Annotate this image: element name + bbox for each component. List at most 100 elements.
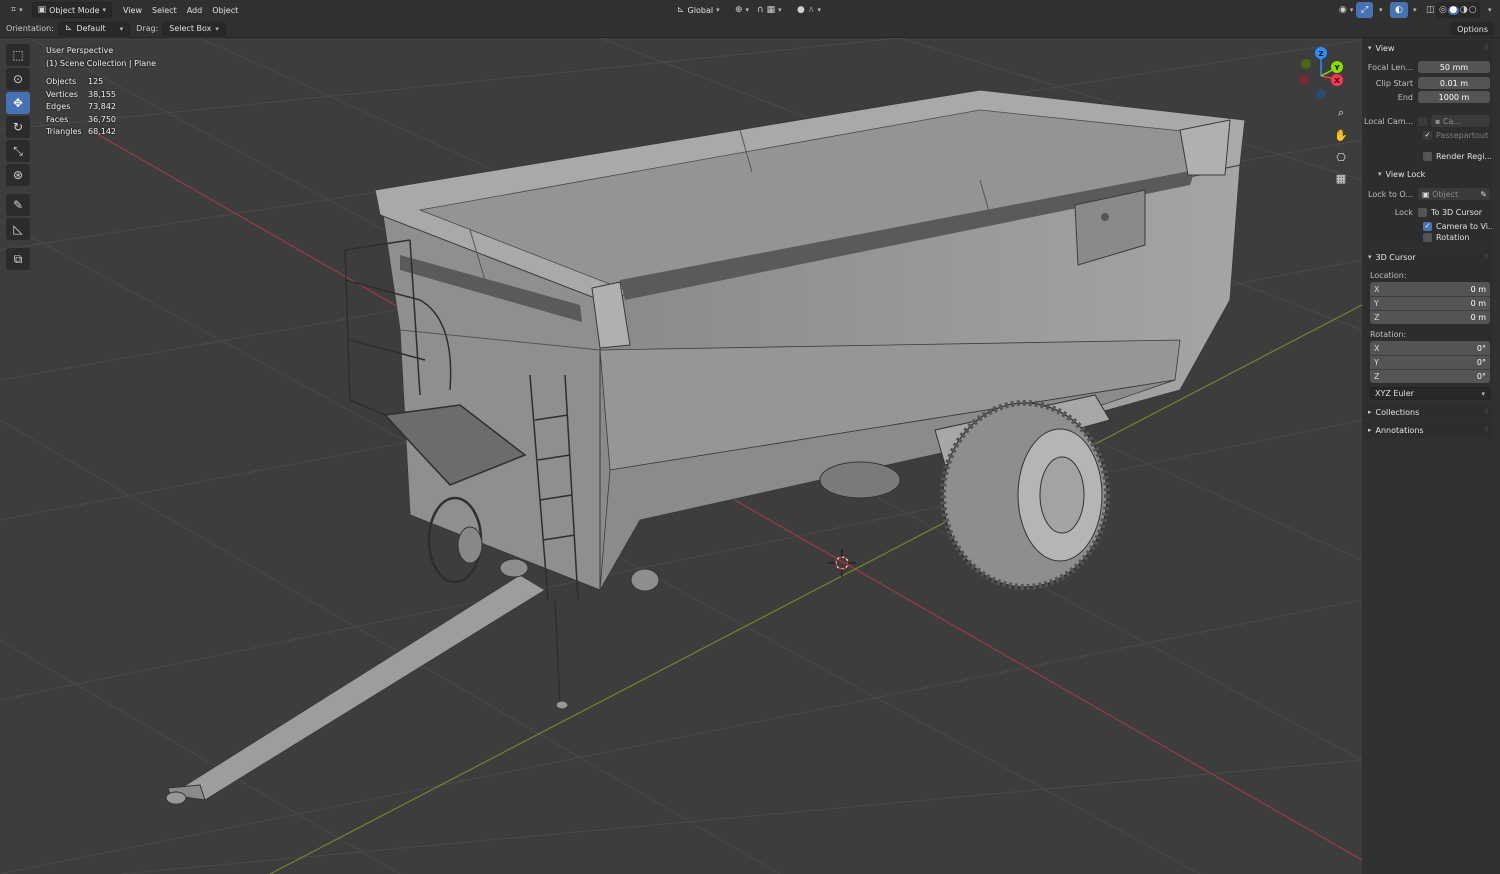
axis-label: Z [1374, 313, 1380, 322]
axis-label: X [1374, 284, 1380, 294]
annotations-panel: ▸ Annotations ⠿ [1364, 422, 1492, 438]
view-panel-header[interactable]: ▾ View ⠿ [1364, 40, 1492, 56]
menu-select[interactable]: Select [147, 2, 182, 18]
perspective-grid-icon[interactable]: ▦ [1332, 169, 1350, 187]
3d-cursor-header[interactable]: ▾ 3D Cursor ⠿ [1364, 249, 1492, 265]
material-shading-icon[interactable]: ◑ [1460, 5, 1468, 15]
drag-handle-icon[interactable]: ⠿ [1484, 253, 1489, 261]
pivot-point-dropdown[interactable]: ⊕ ▾ [730, 2, 754, 18]
chevron-down-icon: ▾ [817, 6, 821, 14]
view-name: User Perspective [46, 46, 114, 55]
focal-length-field[interactable]: 50 mm [1418, 61, 1490, 73]
tool-settings-bar: Orientation: ⊾ Default ▾ Drag: Select Bo… [0, 20, 1500, 38]
rotation-mode-dropdown[interactable]: XYZ Euler ▾ [1370, 387, 1490, 400]
axis-value: 0 m [1470, 299, 1486, 308]
scene-statistics: Objects 125 Vertices 38,155 Edges 73,842 Fa… [46, 76, 116, 139]
annotate-tool-icon[interactable]: ✎ [6, 194, 30, 216]
scale-tool-icon[interactable]: ⤡ [6, 140, 30, 162]
transform-tool-icon[interactable]: ⊛ [6, 164, 30, 186]
location-x-field[interactable]: X 0 m [1370, 282, 1490, 296]
camera-view-icon[interactable]: ⎔ [1332, 148, 1350, 166]
viewport-scene: Z X Y [0, 38, 1362, 874]
clip-end-field[interactable]: 1000 m [1418, 91, 1490, 103]
3d-viewport[interactable]: Z X Y ⌕ ✋ ⎔ ▦ [0, 38, 1362, 874]
camera-icon: ▪ [1435, 116, 1443, 126]
transform-orientation-dropdown[interactable]: ⊾ Global ▾ [672, 2, 725, 18]
pan-hand-icon[interactable]: ✋ [1332, 126, 1350, 144]
local-camera-field[interactable]: ▪ Ca... [1431, 115, 1490, 127]
focal-length-row: Focal Len... 50 mm [1364, 60, 1492, 74]
falloff-icon: ∧ [807, 4, 815, 15]
to-3d-cursor-checkbox[interactable] [1418, 207, 1427, 217]
transform-orientation-label: Global [687, 5, 714, 15]
camera-to-view-row: ✓ Camera to Vi... [1364, 219, 1492, 233]
gizmo-dropdown[interactable]: ▾ [1374, 2, 1388, 18]
rotate-tool-icon[interactable]: ↻ [6, 116, 30, 138]
gizmo-toggle[interactable]: ⤢ [1356, 2, 1374, 18]
mode-dropdown[interactable]: ▣ Object Mode ▾ [31, 2, 113, 18]
render-region-checkbox[interactable] [1423, 152, 1432, 161]
editor-type-button[interactable]: ⌗ ▾ [6, 2, 28, 18]
local-camera-checkbox[interactable] [1418, 116, 1427, 126]
location-y-field[interactable]: Y 0 m [1370, 296, 1490, 310]
pivot-icon: ⊕ [735, 4, 743, 15]
visibility-dropdown[interactable]: ◉ ▾ [1334, 2, 1358, 18]
select-box-tool-icon[interactable]: ⬚ [6, 44, 30, 66]
menu-add[interactable]: Add [182, 2, 208, 18]
rotation-z-field[interactable]: Z 0° [1370, 369, 1490, 383]
menu-view[interactable]: View [118, 2, 147, 18]
navigation-gizmo[interactable]: Z X Y [1299, 47, 1343, 99]
drag-dropdown[interactable]: Select Box ▾ [162, 21, 226, 36]
drag-handle-icon[interactable]: ⠿ [1484, 408, 1489, 416]
collections-header[interactable]: ▸ Collections ⠿ [1364, 404, 1492, 420]
menu-object[interactable]: Object [207, 2, 243, 18]
shading-dropdown[interactable]: ▾ [1486, 2, 1494, 18]
drag-handle-icon[interactable]: ⠿ [1484, 426, 1489, 434]
object-icon: ▣ [1422, 189, 1433, 199]
rendered-shading-icon[interactable]: ○ [1469, 5, 1477, 15]
zoom-icon[interactable]: ⌕ [1332, 104, 1350, 122]
wireframe-shading-icon[interactable]: ◎ [1439, 5, 1447, 15]
chevron-down-icon: ▾ [102, 6, 107, 14]
lock-object-field[interactable]: ▣ Object ✎ [1418, 188, 1490, 200]
camera-to-view-label: Camera to Vi... [1436, 221, 1492, 231]
lock-object-placeholder: Object [1432, 189, 1459, 199]
rotation-y-field[interactable]: Y 0° [1370, 355, 1490, 369]
sidebar: ▾ View ⠿ Focal Len... 50 mm Clip Start 0… [1362, 38, 1500, 874]
clip-start-field[interactable]: 0.01 m [1418, 77, 1490, 89]
axis-value: 0° [1476, 343, 1486, 353]
3d-cursor-panel: ▾ 3D Cursor ⠿ Location: X 0 m Y 0 m Z 0 m R… [1364, 249, 1492, 400]
local-camera-label: Local Cam... [1364, 116, 1414, 126]
rotation-lock-label: Rotation [1436, 233, 1470, 242]
move-tool-icon[interactable]: ✥ [6, 92, 30, 114]
camera-to-view-checkbox[interactable]: ✓ [1423, 221, 1432, 231]
add-cube-tool-icon[interactable]: ⧉ [6, 248, 30, 270]
annotations-header[interactable]: ▸ Annotations ⠿ [1364, 422, 1492, 438]
cursor-tool-icon[interactable]: ⊙ [6, 68, 30, 90]
overlay-toggle[interactable]: ◐ [1390, 2, 1408, 18]
location-z-field[interactable]: Z 0 m [1370, 310, 1490, 324]
eyedropper-icon[interactable]: ✎ [1480, 190, 1487, 199]
tool-shelf: ⬚ ⊙ ✥ ↻ ⤡ ⊛ ✎ ◺ ⧉ [6, 44, 34, 272]
measure-tool-icon[interactable]: ◺ [6, 218, 30, 240]
active-collection: (1) Scene Collection | Plane [46, 59, 157, 68]
stat-key: Objects [46, 77, 77, 86]
stat-row: Vertices 38,155 [46, 89, 116, 102]
chevron-down-icon: ▾ [1368, 44, 1372, 52]
passepartout-checkbox[interactable]: ✓ [1423, 130, 1432, 140]
snap-toggle[interactable]: ∩ ▦ ▾ [752, 2, 787, 18]
orientation-dropdown[interactable]: ⊾ Default ▾ [57, 21, 131, 36]
stat-row: Triangles 68,142 [46, 126, 116, 139]
focal-length-label: Focal Len... [1367, 62, 1413, 72]
drag-handle-icon[interactable]: ⠿ [1484, 44, 1489, 52]
view-lock-header[interactable]: ▾ View Lock [1364, 166, 1492, 182]
proportional-edit-toggle[interactable]: ● ∧ ▾ [792, 2, 826, 18]
lock-object-label: Lock to O... [1368, 189, 1413, 199]
proportional-edit-icon: ● [797, 4, 805, 15]
options-button[interactable]: Options [1451, 22, 1494, 36]
rotation-lock-checkbox[interactable] [1423, 233, 1432, 242]
solid-shading-icon[interactable]: ● [1447, 5, 1459, 15]
overlay-dropdown[interactable]: ▾ [1408, 2, 1422, 18]
chevron-down-icon: ▾ [1379, 6, 1383, 14]
rotation-x-field[interactable]: X 0° [1370, 341, 1490, 355]
